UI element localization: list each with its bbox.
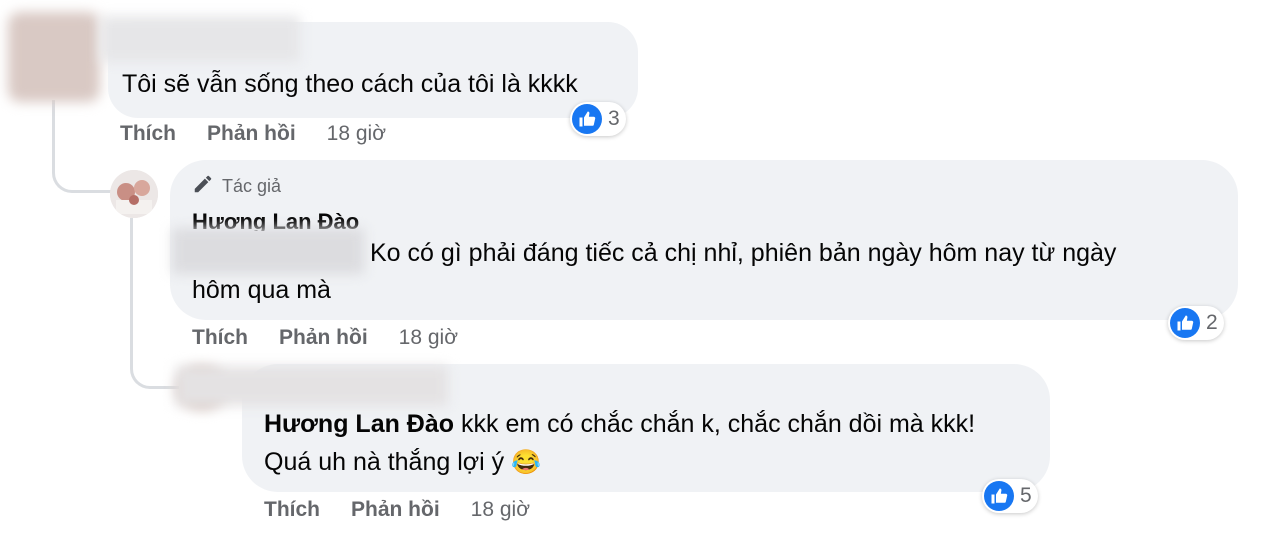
reaction-count: 5 [1020,484,1032,507]
like-icon [1170,308,1200,338]
comment-text: Tôi sẽ vẫn sống theo cách của tôi là kkk… [122,70,578,98]
reply-button[interactable]: Phản hồi [207,122,296,146]
timestamp[interactable]: 18 giờ [327,122,386,146]
like-button[interactable]: Thích [192,326,248,350]
timestamp[interactable]: 18 giờ [399,326,458,350]
pen-icon [192,173,214,200]
comment-text: Ko có gì phải đáng tiếc cả chị nhỉ, phiê… [370,239,1117,267]
avatar[interactable] [110,170,158,218]
reply-button[interactable]: Phản hồi [279,326,368,350]
reaction-summary[interactable]: 3 [570,102,626,136]
timestamp[interactable]: 18 giờ [471,498,530,522]
comment-text: hôm qua mà [192,276,331,304]
comment-text: Hương Lan Đào kkk em có chắc chắn k, chắ… [264,404,975,444]
redacted-mention [172,228,364,274]
redacted-username [176,366,448,406]
comment-text-line: kkk em có chắc chắn k, chắc chắn dồi mà … [454,410,976,438]
like-button[interactable]: Thích [264,498,320,522]
reaction-count: 3 [608,107,620,130]
comment-actions: Thích Phản hồi 18 giờ [264,498,530,522]
comment-text: Quá uh nà thắng lợi ý 😂 [264,442,541,483]
thread-line [52,100,111,193]
mention-link[interactable]: Hương Lan Đào [264,410,454,438]
like-icon [572,104,602,134]
author-badge: Tác giả [192,173,281,200]
author-badge-label: Tác giả [222,176,282,196]
comment-actions: Thích Phản hồi 18 giờ [120,122,386,146]
like-icon [984,481,1014,511]
like-button[interactable]: Thích [120,122,176,146]
comment-actions: Thích Phản hồi 18 giờ [192,326,458,350]
avatar[interactable] [8,12,100,102]
reply-button[interactable]: Phản hồi [351,498,440,522]
reaction-summary[interactable]: 2 [1168,306,1224,340]
redacted-username [100,16,300,62]
comment-text-line: Quá uh nà thắng lợi ý [264,448,505,476]
reaction-summary[interactable]: 5 [982,479,1038,513]
laughing-emoji-icon: 😂 [511,449,542,476]
reaction-count: 2 [1206,311,1218,334]
